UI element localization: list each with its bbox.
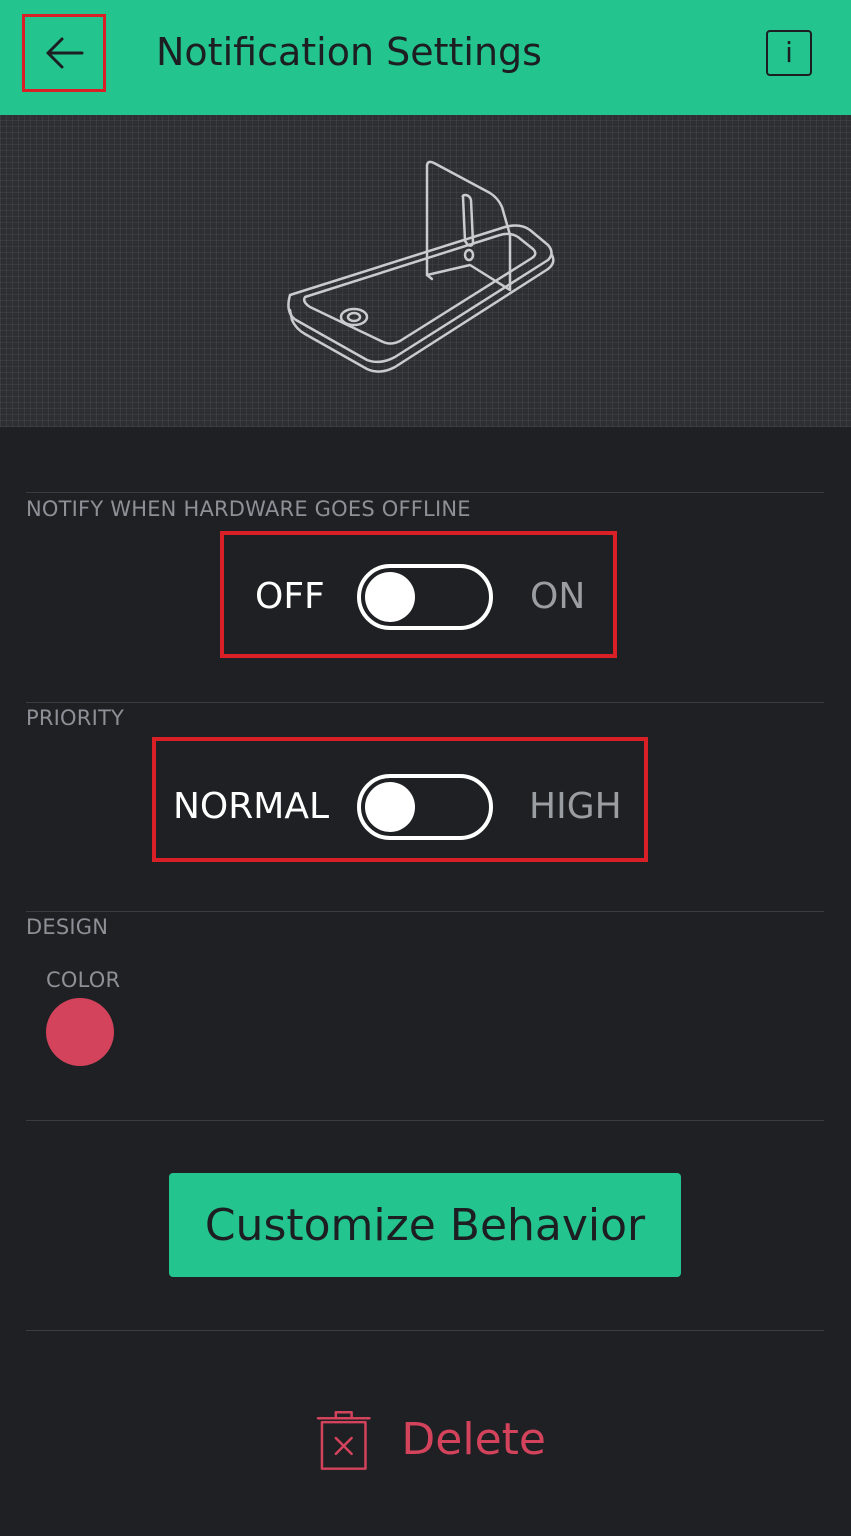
page-title: Notification Settings xyxy=(156,30,542,74)
section-divider xyxy=(26,702,824,703)
offline-on-label: ON xyxy=(530,576,586,617)
color-swatch[interactable] xyxy=(46,998,114,1066)
section-divider xyxy=(26,911,824,912)
phone-alert-illustration xyxy=(287,160,555,373)
offline-section-label: NOTIFY WHEN HARDWARE GOES OFFLINE xyxy=(26,497,471,521)
toggle-knob xyxy=(365,572,415,622)
offline-toggle[interactable] xyxy=(357,564,493,630)
priority-toggle[interactable] xyxy=(357,774,493,840)
delete-label: Delete xyxy=(401,1413,546,1465)
app-header: Notification Settings i xyxy=(0,0,851,115)
arrow-left-icon xyxy=(46,37,84,69)
info-button[interactable]: i xyxy=(766,30,812,76)
back-button[interactable] xyxy=(22,14,106,92)
trash-icon xyxy=(316,1411,371,1470)
info-icon: i xyxy=(785,36,793,69)
customize-behavior-label: Customize Behavior xyxy=(204,1199,646,1251)
offline-off-label: OFF xyxy=(255,576,325,617)
color-label: COLOR xyxy=(46,968,121,992)
hero-banner xyxy=(0,115,851,427)
section-divider xyxy=(26,492,824,493)
design-section-label: DESIGN xyxy=(26,915,109,939)
section-divider xyxy=(26,1120,824,1121)
priority-section-label: PRIORITY xyxy=(26,706,125,730)
priority-high-label: HIGH xyxy=(529,786,622,827)
toggle-knob xyxy=(365,782,415,832)
priority-normal-label: NORMAL xyxy=(173,786,330,827)
section-divider xyxy=(26,1330,824,1331)
customize-behavior-button[interactable]: Customize Behavior xyxy=(169,1173,681,1277)
delete-button[interactable]: Delete xyxy=(316,1404,546,1474)
